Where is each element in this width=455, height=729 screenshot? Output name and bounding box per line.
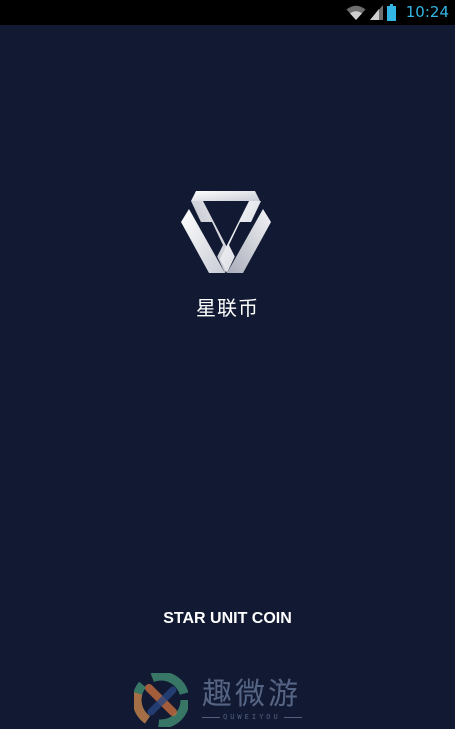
app-logo-icon <box>181 191 271 273</box>
watermark-logo-icon <box>134 673 188 727</box>
app-name: 星联币 <box>196 296 259 320</box>
watermark-title: 趣微游 <box>202 677 301 712</box>
battery-icon <box>386 4 396 21</box>
status-icons: 10:24 <box>346 2 449 23</box>
divider <box>202 716 220 718</box>
status-bar: 10:24 <box>0 0 455 25</box>
watermark-text: 趣微游 QUWEIYOU <box>202 679 302 721</box>
tagline: STAR UNIT COIN <box>163 610 292 627</box>
divider <box>283 716 302 718</box>
watermark: 趣微游 QUWEIYOU <box>134 672 324 728</box>
watermark-subtitle: QUWEIYOU <box>223 713 281 721</box>
signal-icon <box>369 5 383 20</box>
clock: 10:24 <box>405 3 449 21</box>
watermark-subtitle-row: QUWEIYOU <box>202 713 302 721</box>
wifi-icon <box>346 5 366 21</box>
